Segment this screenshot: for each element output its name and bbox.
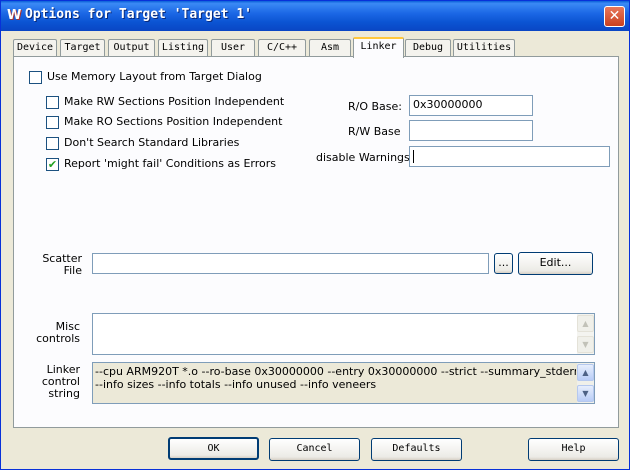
checkmark-icon: ✔ [47,158,58,171]
scroll-up-icon[interactable]: ▲ [577,364,594,381]
use-memory-layout-checkbox[interactable] [29,71,42,84]
rw-independent-checkbox[interactable] [46,96,59,109]
scroll-down-icon[interactable]: ▼ [577,336,594,353]
tab-linker[interactable]: Linker [353,37,404,58]
browse-button[interactable]: ... [494,253,513,274]
tab-target[interactable]: Target [60,39,105,57]
close-icon: ✕ [608,8,621,24]
rw-independent-label: Make RW Sections Position Independent [64,95,285,108]
title-bar[interactable]: W Options for Target 'Target 1' ✕ [1,1,629,31]
tab-output[interactable]: Output [108,39,155,57]
cancel-button[interactable]: Cancel [269,438,360,461]
rw-base-label: R/W Base [348,125,401,138]
dont-search-libs-label: Don't Search Standard Libraries [64,136,240,149]
misc-scrollbar[interactable]: ▲ ▼ [577,314,594,354]
disable-warnings-label: disable Warnings: [316,151,414,164]
help-button[interactable]: Help [528,438,619,461]
defaults-button[interactable]: Defaults [371,438,462,461]
scroll-down-icon[interactable]: ▼ [577,385,594,402]
linker-control-label: Linker control string [41,363,80,400]
ro-base-input[interactable]: 0x30000000 [409,95,533,116]
use-memory-layout-label: Use Memory Layout from Target Dialog [47,70,262,83]
tab-utilities[interactable]: Utilities [453,39,515,57]
tab-c-cpp[interactable]: C/C++ [258,39,306,57]
linker-panel: Use Memory Layout from Target Dialog Mak… [13,56,619,428]
options-dialog: W Options for Target 'Target 1' ✕ Device… [0,0,630,470]
edit-button[interactable]: Edit... [518,252,593,275]
scroll-up-icon[interactable]: ▲ [577,315,594,332]
scatter-file-input[interactable] [92,253,489,274]
rw-base-input[interactable] [409,120,533,141]
linker-string-line-1: --cpu ARM920T *.o --ro-base 0x30000000 -… [95,365,576,378]
might-fail-errors-checkbox[interactable]: ✔ [46,158,59,171]
ro-independent-label: Make RO Sections Position Independent [64,115,283,128]
tab-debug[interactable]: Debug [405,39,451,57]
tab-listing[interactable]: Listing [158,39,208,57]
tab-device[interactable]: Device [13,39,57,57]
scatter-file-label: Scatter File [42,252,82,277]
misc-controls-label: Misc controls [36,320,80,345]
ro-base-label: R/O Base: [348,100,402,113]
linker-control-string[interactable]: --cpu ARM920T *.o --ro-base 0x30000000 -… [92,362,595,404]
disable-warnings-input[interactable] [409,146,610,167]
might-fail-errors-label: Report 'might fail' Conditions as Errors [64,157,276,170]
tab-user[interactable]: User [211,39,255,57]
keil-icon: W [7,8,22,23]
misc-controls-textarea[interactable]: ▲ ▼ [92,313,595,355]
window-title: Options for Target 'Target 1' [25,7,252,22]
dont-search-libs-checkbox[interactable] [46,137,59,150]
close-button[interactable]: ✕ [604,6,625,27]
ro-independent-checkbox[interactable] [46,116,59,129]
linker-string-line-2: --info sizes --info totals --info unused… [95,378,377,391]
ok-button[interactable]: OK [168,437,259,460]
linker-scrollbar[interactable]: ▲ ▼ [577,363,594,403]
tab-asm[interactable]: Asm [309,39,351,57]
